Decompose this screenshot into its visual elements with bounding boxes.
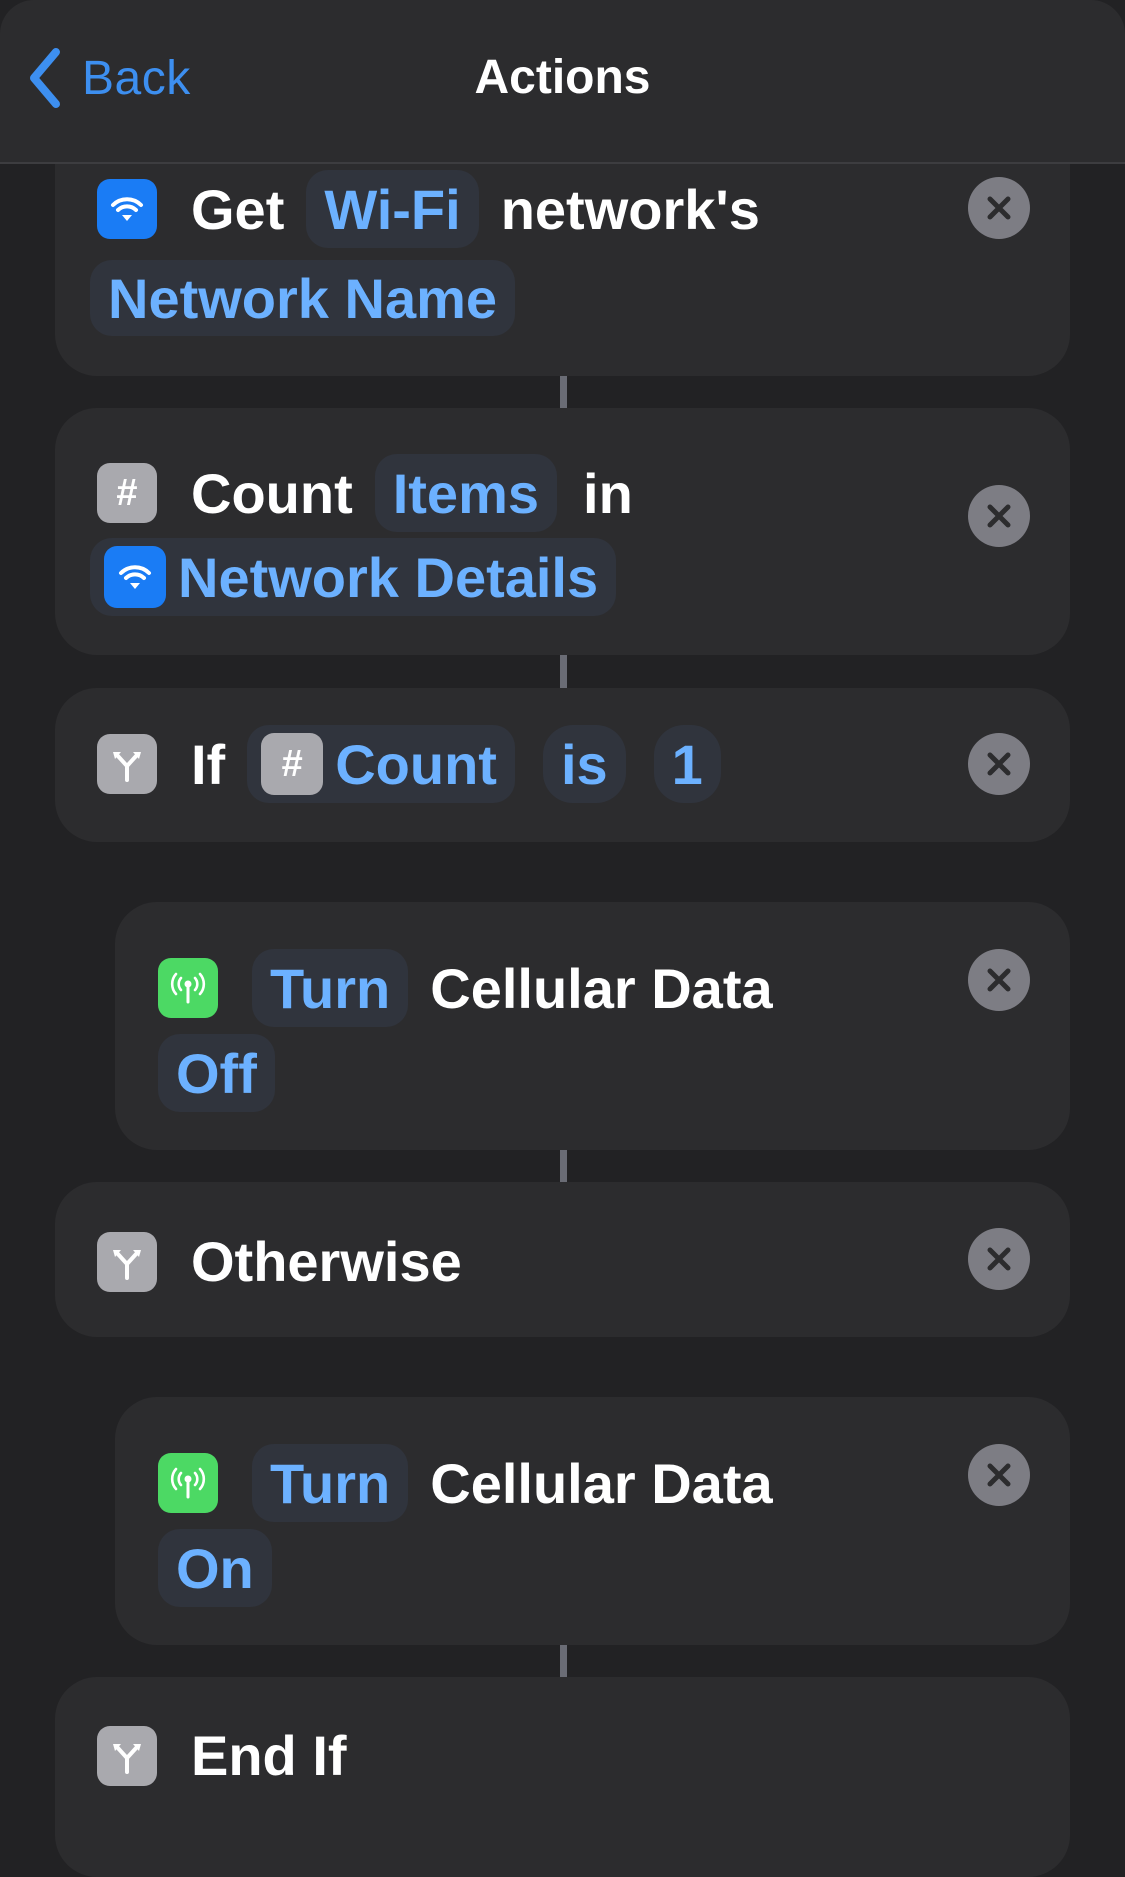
variable-label: Count — [335, 732, 497, 796]
network-name-parameter[interactable]: Network Name — [90, 260, 516, 336]
action-cellular-off[interactable]: Turn Cellular Data Off — [115, 902, 1070, 1150]
hash-icon: # — [97, 463, 157, 523]
action-verb: If — [191, 732, 226, 796]
branch-icon — [97, 1231, 157, 1292]
action-connector — [560, 655, 567, 688]
action-label: Otherwise — [191, 1230, 462, 1293]
action-connector — [560, 1645, 567, 1677]
condition-parameter[interactable]: is — [542, 725, 626, 803]
close-icon — [987, 752, 1011, 776]
close-icon — [987, 1247, 1011, 1271]
remove-action-button[interactable] — [968, 949, 1030, 1011]
state-parameter[interactable]: Off — [158, 1034, 275, 1112]
cellular-antenna-icon — [158, 958, 218, 1018]
action-label: End If — [191, 1724, 347, 1787]
action-end-if[interactable]: End If — [55, 1677, 1070, 1877]
variable-label: Network Details — [178, 545, 599, 609]
wifi-icon — [97, 179, 157, 239]
count-variable[interactable]: # Count — [247, 725, 515, 803]
remove-action-button[interactable] — [968, 485, 1030, 547]
action-count[interactable]: # Count Items in Network Details — [55, 408, 1070, 655]
state-parameter[interactable]: On — [158, 1529, 272, 1607]
page-title: Actions — [474, 51, 651, 104]
action-label: Cellular Data — [430, 956, 773, 1020]
close-icon — [987, 196, 1011, 220]
action-cellular-on[interactable]: Turn Cellular Data On — [115, 1397, 1070, 1645]
network-details-variable[interactable]: Network Details — [90, 538, 617, 616]
value-parameter[interactable]: 1 — [653, 725, 721, 803]
hash-icon: # — [261, 733, 324, 795]
branch-icon — [97, 734, 157, 794]
navigation-bar: Back Actions — [0, 0, 1125, 164]
cellular-antenna-icon — [158, 1453, 218, 1513]
close-icon — [987, 968, 1011, 992]
remove-action-button[interactable] — [968, 1228, 1030, 1290]
action-connector — [560, 376, 567, 408]
close-icon — [987, 1463, 1011, 1487]
wifi-icon — [104, 546, 166, 608]
remove-action-button[interactable] — [968, 733, 1030, 795]
action-text: in — [583, 461, 633, 525]
action-verb: Count — [191, 461, 353, 525]
items-parameter[interactable]: Items — [374, 454, 558, 532]
close-icon — [987, 504, 1011, 528]
remove-action-button[interactable] — [968, 1444, 1030, 1506]
turn-parameter[interactable]: Turn — [252, 1444, 409, 1522]
action-text: network's — [500, 177, 760, 241]
action-otherwise[interactable]: Otherwise — [55, 1182, 1070, 1337]
wifi-parameter[interactable]: Wi-Fi — [306, 170, 479, 248]
action-label: Cellular Data — [430, 1451, 773, 1515]
remove-action-button[interactable] — [968, 177, 1030, 239]
branch-icon — [97, 1725, 157, 1786]
action-if[interactable]: If # Count is 1 — [55, 688, 1070, 842]
action-verb: Get — [191, 177, 285, 241]
turn-parameter[interactable]: Turn — [252, 949, 409, 1027]
action-connector — [560, 1150, 567, 1182]
